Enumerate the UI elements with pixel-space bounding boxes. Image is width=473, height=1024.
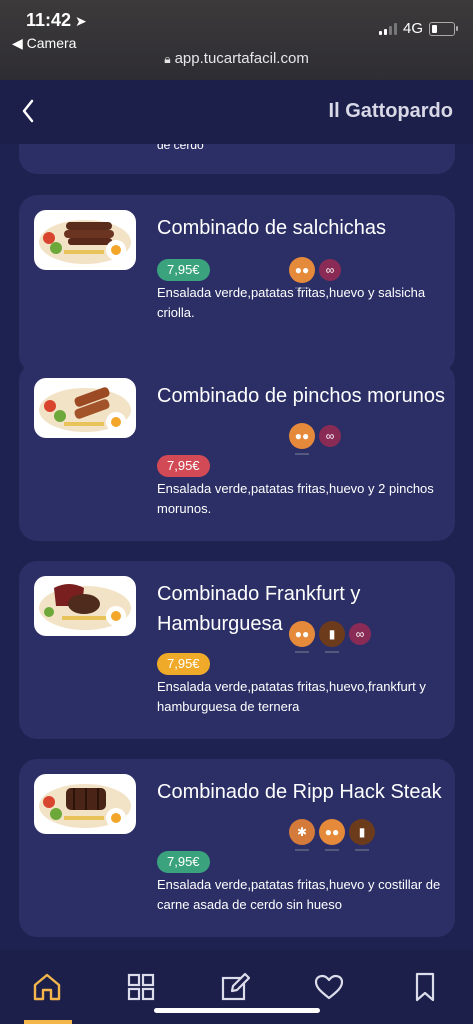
- nav-home[interactable]: [30, 970, 64, 1004]
- lupin-icon: ∞: [319, 425, 341, 447]
- price-badge: 7,95€: [157, 653, 210, 675]
- egg-icon: ●●: [319, 819, 345, 851]
- status-indicators: 4G: [378, 20, 458, 37]
- dish-photo: [34, 378, 136, 438]
- nav-favorites[interactable]: [312, 970, 346, 1004]
- status-bar: 11:42 ➤ ◀ Camera 4G 🔒︎ app.tucartafacil.co…: [0, 0, 473, 80]
- grid-icon: [127, 973, 155, 1001]
- nav-edit[interactable]: [218, 970, 252, 1004]
- status-time: 11:42 ➤: [26, 10, 87, 30]
- price-badge: 7,95€: [157, 259, 210, 281]
- egg-icon: ●●: [289, 423, 315, 455]
- location-arrow-icon: ➤: [75, 13, 87, 29]
- url-text: app.tucartafacil.com: [174, 50, 309, 67]
- menu-item-card[interactable]: Combinado de Ripp Hack Steak ✱ ●● ▮ 7,95…: [19, 759, 455, 937]
- lupin-icon: ∞: [349, 623, 371, 645]
- gluten-icon: ✱: [289, 819, 315, 851]
- edit-icon: [221, 972, 251, 1001]
- milk-icon: ▮: [319, 621, 345, 653]
- item-description: de cerdo: [157, 144, 204, 152]
- price-badge: 7,95€: [157, 851, 210, 873]
- menu-item-card[interactable]: Combinado de pinchos morunos ●● ∞ 7,95€ …: [19, 363, 455, 541]
- milk-icon: ▮: [349, 819, 375, 851]
- nav-bookmarks[interactable]: [408, 970, 442, 1004]
- item-title: Combinado de Ripp Hack Steak: [157, 781, 442, 803]
- active-tab-indicator: [24, 1020, 72, 1024]
- allergen-list: ●● ▮ ∞: [289, 621, 371, 653]
- item-title: Combinado de pinchos morunos: [157, 385, 445, 407]
- allergen-list: ●● ∞: [289, 257, 341, 289]
- bookmark-icon: [415, 972, 435, 1002]
- back-button[interactable]: [16, 94, 44, 128]
- item-description: Ensalada verde,patatas fritas,huevo y 2 …: [157, 481, 434, 516]
- allergen-list: ✱ ●● ▮: [289, 819, 375, 851]
- app-header: Il Gattopardo: [0, 80, 473, 144]
- dish-photo: [34, 210, 136, 270]
- restaurant-name: Il Gattopardo: [328, 100, 453, 122]
- signal-icon: [378, 22, 397, 35]
- allergen-list: ●● ∞: [289, 423, 341, 455]
- chevron-left-icon: [22, 99, 34, 123]
- dish-photo: [34, 576, 136, 636]
- home-icon: [33, 973, 61, 1001]
- network-label: 4G: [402, 20, 423, 37]
- menu-item-card[interactable]: de cerdo: [19, 144, 455, 174]
- battery-icon: [429, 21, 458, 36]
- heart-icon: [314, 974, 344, 1000]
- menu-item-card[interactable]: Combinado Frankfurt y Hamburguesa ●● ▮ ∞…: [19, 561, 455, 739]
- home-indicator: [154, 1008, 320, 1013]
- lupin-icon: ∞: [319, 259, 341, 281]
- egg-icon: ●●: [289, 257, 315, 289]
- egg-icon: ●●: [289, 621, 315, 653]
- menu-list[interactable]: de cerdo Combinado de salchichas 7,95€ ●…: [0, 144, 473, 950]
- dish-photo: [34, 774, 136, 834]
- price-badge: 7,95€: [157, 455, 210, 477]
- nav-categories[interactable]: [124, 970, 158, 1004]
- item-title: Combinado de salchichas: [157, 217, 387, 239]
- lock-icon: 🔒︎: [164, 52, 171, 66]
- item-description: Ensalada verde,patatas fritas,huevo y sa…: [157, 285, 426, 320]
- menu-item-card[interactable]: Combinado de salchichas 7,95€ ●● ∞ Ensal…: [19, 195, 455, 373]
- item-description: Ensalada verde,patatas fritas,huevo,fran…: [157, 679, 426, 714]
- item-description: Ensalada verde,patatas fritas,huevo y co…: [157, 877, 441, 912]
- url-bar[interactable]: 🔒︎ app.tucartafacil.com: [0, 50, 473, 67]
